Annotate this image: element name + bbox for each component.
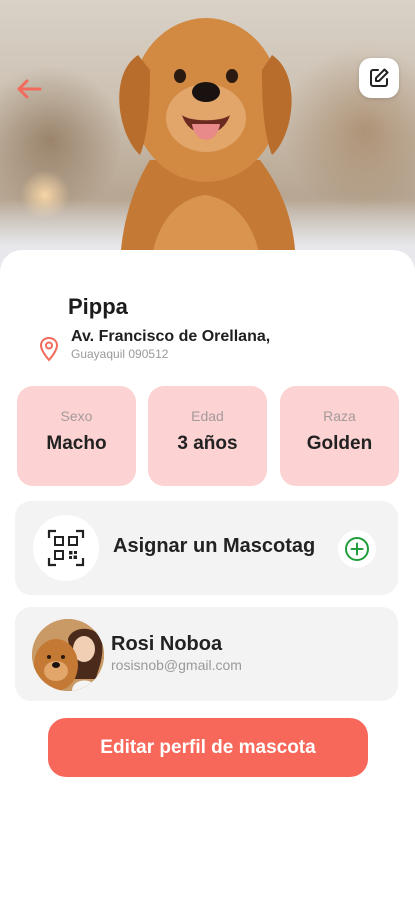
stat-value: Macho (46, 433, 107, 454)
owner-email: rosisnob@gmail.com (111, 657, 242, 673)
pet-city: Guayaquil 090512 (71, 347, 169, 361)
add-mascotag-button[interactable] (338, 530, 376, 568)
location-pin-icon (39, 336, 59, 362)
edit-square-icon (370, 68, 389, 87)
owner-photo (32, 619, 104, 691)
dog-photo (119, 18, 296, 280)
pet-name: Pippa (68, 294, 128, 319)
stat-value: Golden (306, 433, 373, 454)
back-button[interactable] (12, 72, 46, 106)
stat-card-sexo: Sexo Macho (17, 386, 136, 486)
stat-card-raza: Raza Golden (280, 386, 399, 486)
owner-card[interactable]: Rosi Noboa rosisnob@gmail.com (15, 607, 398, 701)
assign-mascotag-label: Asignar un Mascotag (113, 535, 316, 557)
arrow-left-icon (17, 79, 42, 99)
stat-label: Sexo (60, 408, 93, 424)
qr-code-icon (47, 529, 85, 567)
assign-mascotag-card[interactable]: Asignar un Mascotag (15, 501, 398, 595)
pet-address: Av. Francisco de Orellana, (71, 328, 271, 345)
owner-name: Rosi Noboa (111, 633, 223, 655)
stat-card-edad: Edad 3 años (148, 386, 267, 486)
pet-hero-image (0, 0, 415, 280)
qr-icon-container (33, 515, 99, 581)
stat-label: Edad (191, 408, 224, 424)
edit-pet-profile-button[interactable]: Editar perfil de mascota (48, 718, 368, 777)
edit-pet-icon-button[interactable] (359, 58, 399, 98)
owner-avatar (32, 619, 104, 691)
plus-circle-icon (345, 537, 369, 561)
stat-label: Raza (323, 408, 356, 424)
stat-value: 3 años (177, 433, 238, 454)
